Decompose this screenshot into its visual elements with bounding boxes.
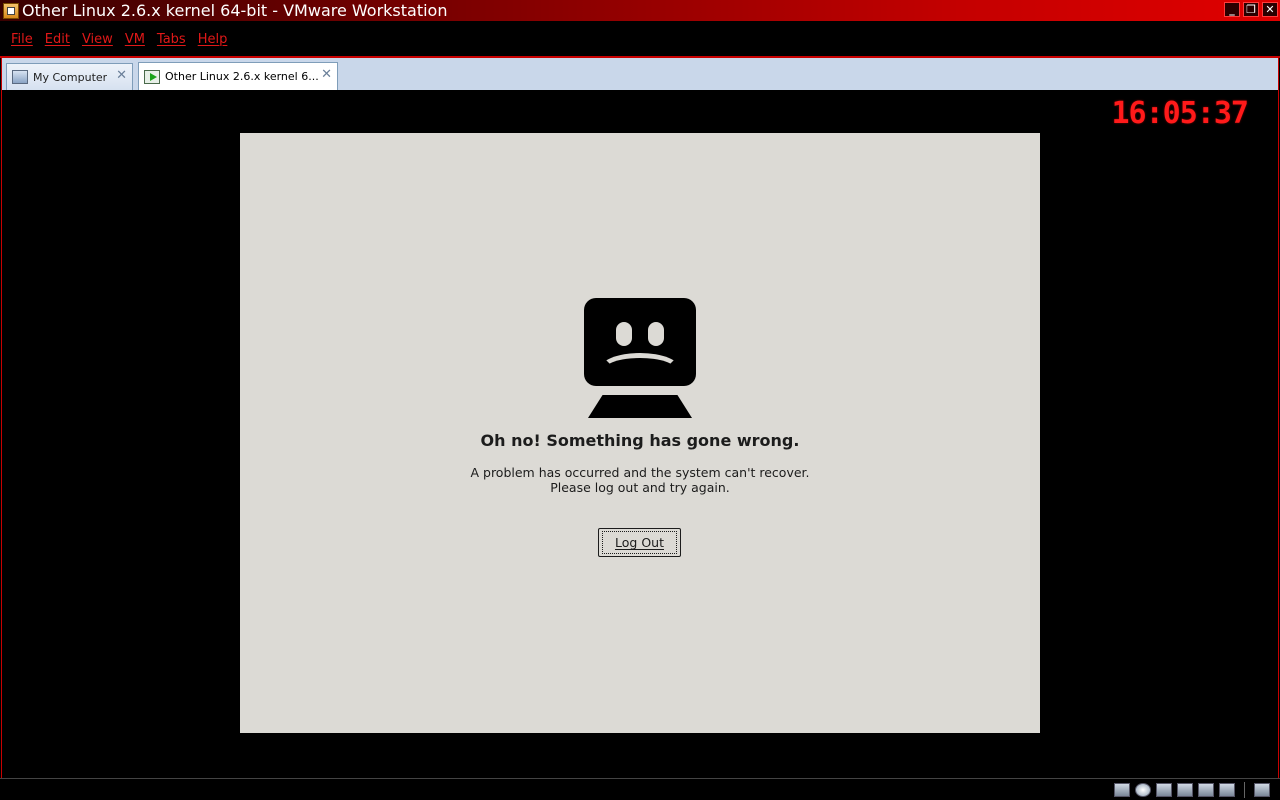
network-icon[interactable]: [1177, 783, 1193, 797]
guest-screen[interactable]: Oh no! Something has gone wrong. A probl…: [240, 133, 1040, 733]
error-message: A problem has occurred and the system ca…: [240, 465, 1040, 495]
right-eye: [648, 322, 664, 346]
restore-icon[interactable]: ❐: [1243, 2, 1259, 17]
tab-label: Other Linux 2.6.x kernel 6...: [165, 70, 319, 83]
title-bar[interactable]: Other Linux 2.6.x kernel 64-bit - VMware…: [0, 0, 1280, 21]
error-title: Oh no! Something has gone wrong.: [480, 431, 800, 450]
left-eye: [616, 322, 632, 346]
tab-label: My Computer: [33, 70, 108, 84]
vmware-app-icon: [3, 2, 19, 19]
menu-bar: File Edit View VM Tabs Help: [0, 21, 1280, 57]
cd-dvd-icon[interactable]: [1135, 783, 1151, 797]
device-icons: [1114, 782, 1270, 798]
window-title: Other Linux 2.6.x kernel 64-bit - VMware…: [22, 1, 448, 20]
tab-close-icon[interactable]: ✕: [321, 67, 332, 82]
close-icon[interactable]: ✕: [1262, 2, 1278, 17]
menu-help[interactable]: Help: [192, 32, 234, 47]
tab-close-icon[interactable]: ✕: [116, 68, 127, 83]
error-message-line-1: A problem has occurred and the system ca…: [470, 465, 810, 480]
printer-icon[interactable]: [1198, 783, 1214, 797]
minimize-icon[interactable]: _: [1224, 2, 1240, 17]
frown: [599, 353, 681, 387]
computer-icon: [12, 70, 28, 84]
hard-disk-icon[interactable]: [1114, 783, 1130, 797]
floppy-icon[interactable]: [1156, 783, 1172, 797]
message-log-icon[interactable]: [1254, 783, 1270, 797]
status-bar: [0, 778, 1280, 800]
vm-running-icon: [144, 69, 160, 84]
window-controls: _ ❐ ✕: [1224, 2, 1278, 17]
menu-tabs[interactable]: Tabs: [151, 32, 192, 47]
digital-clock: 16:05:37: [1111, 96, 1249, 131]
log-out-button[interactable]: Log Out: [598, 528, 681, 557]
tab-linux-vm[interactable]: Other Linux 2.6.x kernel 6... ✕: [138, 62, 338, 90]
error-message-line-2: Please log out and try again.: [550, 480, 730, 495]
menu-edit[interactable]: Edit: [39, 32, 76, 47]
menu-view[interactable]: View: [76, 32, 119, 47]
log-out-label: Log Out: [602, 531, 677, 554]
status-divider: [1244, 782, 1245, 798]
tab-strip: My Computer ✕ Other Linux 2.6.x kernel 6…: [1, 58, 1279, 90]
monitor-stand: [588, 395, 692, 418]
menu-file[interactable]: File: [5, 32, 39, 47]
sound-icon[interactable]: [1219, 783, 1235, 797]
tab-my-computer[interactable]: My Computer ✕: [6, 63, 133, 90]
menu-vm[interactable]: VM: [119, 32, 151, 47]
sad-computer-icon: [584, 298, 696, 386]
